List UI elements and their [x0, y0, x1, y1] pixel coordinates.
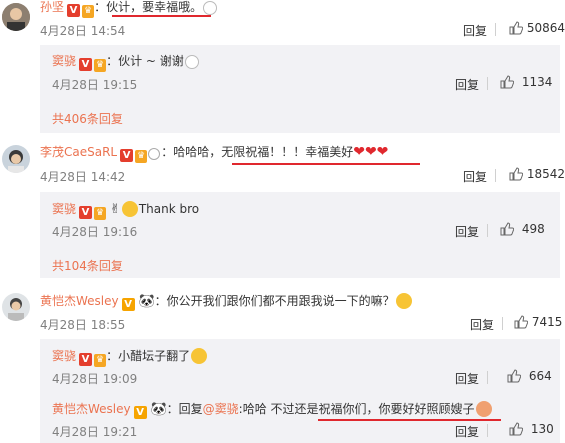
divider — [487, 371, 488, 384]
comment-author[interactable]: 黄恺杰Wesley — [40, 294, 119, 308]
avatar[interactable] — [2, 293, 30, 321]
reply-button[interactable]: 回复 — [463, 168, 487, 185]
thinking-emoji-icon — [395, 293, 412, 309]
reply-time: 4月28日 19:15 — [52, 78, 138, 92]
shrug-emoji-icon — [475, 401, 492, 417]
vip-icon: ♛ — [94, 207, 107, 220]
reply-text: Thank bro — [138, 202, 200, 216]
reply-text: :哈哈 不过还是祝福你们，你要好好照顾嫂子 — [238, 402, 475, 416]
verified-icon: V — [79, 353, 93, 366]
divider — [487, 77, 488, 90]
like-button[interactable]: 50864 — [509, 21, 565, 35]
thumbs-up-icon — [507, 369, 521, 383]
thumbs-up-icon — [514, 315, 528, 329]
divider — [495, 169, 496, 182]
reply-time: 4月28日 19:09 — [52, 372, 138, 386]
highlight-underline — [232, 163, 420, 165]
wave-emoji-icon — [203, 1, 218, 15]
divider — [495, 23, 496, 36]
like-count: 130 — [530, 422, 554, 436]
vip-icon: ♛ — [94, 59, 107, 72]
reply-button[interactable]: 回复 — [463, 22, 487, 39]
reply-header: 窦骁 V ♛ ：小醋坛子翻了 — [52, 348, 208, 367]
verified-icon: V — [120, 149, 134, 162]
verified-icon: V — [133, 406, 147, 419]
thumbs-up-icon — [509, 167, 523, 181]
like-count: 7415 — [531, 315, 563, 329]
medal-icon — [148, 148, 161, 160]
reply-button[interactable]: 回复 — [455, 423, 479, 440]
like-count: 664 — [528, 369, 552, 383]
reply-author[interactable]: 窦骁 — [52, 202, 76, 216]
reply-author[interactable]: 窦骁 — [52, 54, 76, 68]
smile-emoji-icon — [121, 201, 138, 217]
divider — [502, 317, 503, 330]
wave-emoji-icon — [184, 55, 199, 69]
thumbs-up-icon — [509, 21, 523, 35]
reply-time: 4月28日 19:21 — [52, 425, 138, 439]
like-count: 18542 — [526, 167, 565, 181]
like-button[interactable]: 18542 — [509, 167, 565, 181]
like-button[interactable]: 1134 — [500, 75, 552, 89]
vip-icon: ♛ — [82, 5, 95, 18]
reply-prefix: ：回复 — [166, 402, 203, 416]
verified-icon: V — [79, 58, 93, 71]
panda-emoji-icon: 🐼 — [150, 402, 167, 417]
victory-hand-icon: ✌ — [109, 202, 121, 217]
mention-link[interactable]: @窦骁 — [203, 402, 239, 416]
avatar[interactable] — [2, 3, 30, 31]
like-button[interactable]: 498 — [500, 222, 545, 236]
like-button[interactable]: 130 — [509, 422, 554, 436]
comment-header: 李茂CaeSaRL V ♛ ：哈哈哈，无限祝福！！！幸福美好❤❤❤ — [40, 145, 388, 163]
like-button[interactable]: 7415 — [514, 315, 562, 329]
reply-author[interactable]: 黄恺杰Wesley — [52, 402, 131, 416]
reply-button[interactable]: 回复 — [470, 316, 494, 333]
like-count: 50864 — [526, 21, 565, 35]
comment-time: 4月28日 18:55 — [40, 318, 126, 332]
comment-header: 黄恺杰Wesley V 🐼：你公开我们跟你们都不用跟我说一下的嘛？ — [40, 293, 413, 311]
more-replies-link[interactable]: 共406条回复 — [52, 110, 123, 127]
thumbs-up-icon — [500, 222, 514, 236]
reply-header: 黄恺杰Wesley V 🐼：回复@窦骁:哈哈 不过还是祝福你们，你要好好照顾嫂子 — [52, 401, 493, 419]
like-button[interactable]: 664 — [507, 369, 552, 383]
highlight-underline — [112, 15, 211, 17]
more-replies-link[interactable]: 共104条回复 — [52, 257, 123, 274]
thumbs-up-icon — [500, 75, 514, 89]
verified-icon: V — [67, 4, 81, 17]
reply-button[interactable]: 回复 — [455, 370, 479, 387]
reply-author[interactable]: 窦骁 — [52, 349, 76, 363]
comment-text: ：哈哈哈，无限祝福！！！幸福美好 — [161, 145, 354, 159]
divider — [487, 424, 488, 437]
reply-header: 窦骁 V ♛ ：伙计 ~ 谢谢 — [52, 54, 200, 72]
like-count: 1134 — [521, 75, 553, 89]
panda-emoji-icon: 🐼 — [138, 294, 155, 309]
comment-time: 4月28日 14:54 — [40, 24, 126, 38]
verified-icon: V — [79, 206, 93, 219]
comment-author[interactable]: 孙坚 — [40, 0, 64, 14]
highlight-underline — [318, 419, 501, 421]
thumbs-up-icon — [509, 422, 523, 436]
divider — [487, 224, 488, 237]
hearts-icon: ❤❤❤ — [353, 144, 389, 160]
smile-emoji-icon — [191, 348, 208, 364]
reply-text: ：伙计 ~ 谢谢 — [106, 54, 184, 68]
vip-icon: ♛ — [135, 150, 148, 163]
reply-header: 窦骁 V ♛ ✌ Thank bro — [52, 201, 199, 220]
like-count: 498 — [521, 222, 545, 236]
reply-text: ：小醋坛子翻了 — [106, 349, 191, 363]
comment-time: 4月28日 14:42 — [40, 170, 126, 184]
reply-button[interactable]: 回复 — [455, 223, 479, 240]
comment-text: ：伙计，要幸福哦。 — [94, 0, 203, 14]
vip-icon: ♛ — [94, 354, 107, 367]
comment-text: ：你公开我们跟你们都不用跟我说一下的嘛？ — [154, 294, 395, 308]
avatar[interactable] — [2, 145, 30, 173]
reply-time: 4月28日 19:16 — [52, 225, 138, 239]
reply-button[interactable]: 回复 — [455, 76, 479, 93]
comment-author[interactable]: 李茂CaeSaRL — [40, 145, 117, 159]
verified-icon: V — [121, 298, 135, 311]
